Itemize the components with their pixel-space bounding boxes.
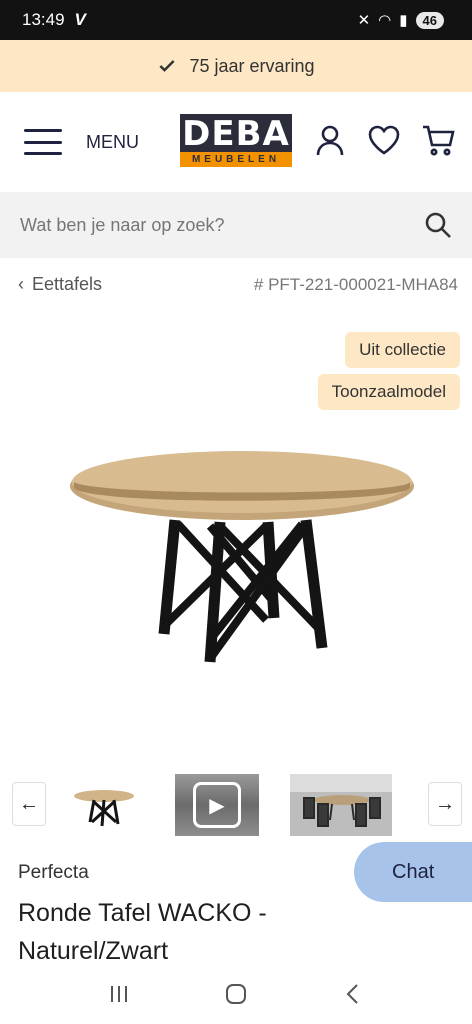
site-header: MENU DEBA MEUBELEN bbox=[0, 92, 472, 192]
badge-toonzaalmodel: Toonzaalmodel bbox=[317, 374, 460, 410]
back-link-label: Eettafels bbox=[32, 274, 103, 294]
heart-icon[interactable] bbox=[366, 122, 402, 158]
promo-banner: 75 jaar ervaring bbox=[0, 40, 472, 92]
hamburger-menu-icon[interactable] bbox=[24, 129, 62, 155]
product-title: Ronde Tafel WACKO - Naturel/Zwart bbox=[18, 899, 267, 965]
back-link[interactable]: ‹ Eettafels bbox=[18, 274, 102, 295]
thumbnail-table[interactable] bbox=[66, 774, 142, 836]
status-bar: 13:49 V ✕ ◠ ▮ 46 bbox=[0, 0, 472, 40]
battery-indicator: 46 bbox=[415, 11, 444, 29]
wifi-icon: ◠ bbox=[378, 12, 392, 29]
signal-icon: ▮ bbox=[399, 12, 408, 29]
product-brand[interactable]: Perfecta bbox=[18, 862, 89, 884]
search-input[interactable] bbox=[20, 214, 400, 236]
thumbnail-video[interactable]: ▶ bbox=[175, 774, 259, 836]
gallery-next-button[interactable]: → bbox=[428, 782, 462, 826]
account-icon[interactable] bbox=[312, 122, 348, 158]
mute-icon: ✕ bbox=[357, 12, 371, 29]
search-bar bbox=[0, 192, 472, 258]
deba-logo[interactable]: DEBA MEUBELEN bbox=[180, 114, 292, 170]
back-icon[interactable] bbox=[340, 981, 366, 1007]
thumbnail-room[interactable] bbox=[290, 774, 392, 836]
breadcrumb: ‹ Eettafels # PFT-221-000021-MHA84 bbox=[18, 274, 458, 295]
promo-text: 75 jaar ervaring bbox=[189, 55, 315, 76]
cart-icon[interactable] bbox=[420, 122, 456, 158]
logo-wordmark: DEBA bbox=[180, 114, 292, 154]
android-nav-bar bbox=[0, 964, 472, 1024]
check-icon bbox=[159, 60, 176, 72]
badge-uit-collectie: Uit collectie bbox=[345, 332, 460, 368]
play-icon: ▶ bbox=[193, 782, 241, 828]
home-icon[interactable] bbox=[223, 981, 249, 1007]
search-icon[interactable] bbox=[424, 211, 452, 239]
recent-apps-icon[interactable] bbox=[106, 981, 132, 1007]
menu-label[interactable]: MENU bbox=[86, 132, 139, 153]
carrier-icon: V bbox=[74, 10, 86, 29]
chat-button[interactable]: Chat bbox=[354, 842, 472, 902]
product-sku: # PFT-221-000021-MHA84 bbox=[253, 274, 458, 294]
gallery-prev-button[interactable]: ← bbox=[12, 782, 46, 826]
clock: 13:49 bbox=[22, 10, 65, 29]
product-main-image[interactable] bbox=[60, 430, 420, 680]
gallery-thumbnails: ← ▶ → bbox=[12, 774, 462, 836]
chevron-left-icon: ‹ bbox=[18, 274, 24, 294]
logo-subtitle: MEUBELEN bbox=[180, 152, 292, 167]
